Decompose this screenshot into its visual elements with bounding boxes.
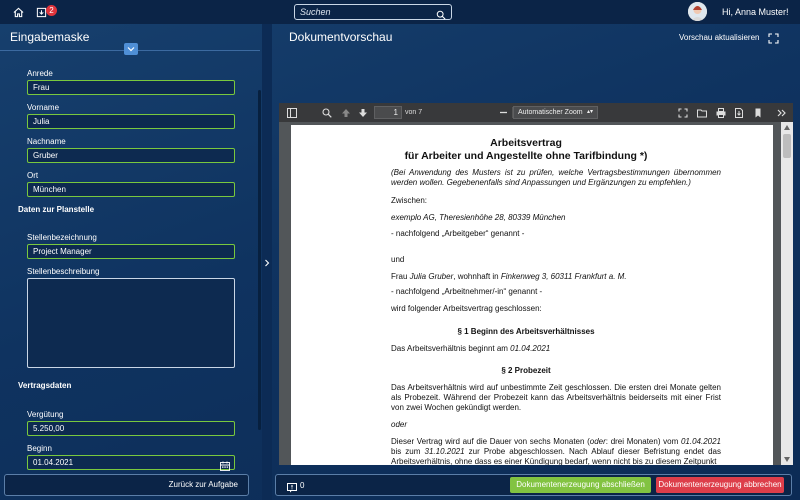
doc-employee-mid: , wohnhaft in xyxy=(453,272,501,281)
stellenbeschreibung-field[interactable] xyxy=(27,278,235,368)
doc-employer-note: - nachfolgend „Arbeitgeber“ genannt - xyxy=(391,229,525,238)
doc-s1-date: 01.04.2021 xyxy=(510,344,551,353)
page-number-input[interactable] xyxy=(374,106,402,119)
doc-section-2-text: Das Arbeitsverhältnis wird auf unbestimm… xyxy=(391,383,721,412)
doc-alt-b: : drei Monaten) vom xyxy=(605,437,681,446)
stellenbezeichnung-field[interactable] xyxy=(27,244,235,259)
open-file-icon[interactable] xyxy=(696,107,707,118)
doc-alt-a: Dieser Vertrag wird auf die Dauer von se… xyxy=(391,437,590,446)
splitter-toggle[interactable] xyxy=(262,256,272,270)
verguetung-field[interactable] xyxy=(27,421,235,436)
ort-label: Ort xyxy=(27,171,39,180)
verguetung-label: Vergütung xyxy=(27,410,64,419)
beginn-date-field[interactable] xyxy=(27,455,235,470)
doc-section-2-alt: Dieser Vertrag wird auf die Dauer von se… xyxy=(391,437,721,465)
doc-zwischen: Zwischen: xyxy=(391,196,428,205)
next-page-icon[interactable] xyxy=(357,107,368,118)
back-to-task-button[interactable]: Zurück zur Aufgabe xyxy=(4,474,249,496)
sidebar-toggle-icon[interactable] xyxy=(286,107,297,118)
search-input[interactable] xyxy=(295,7,430,17)
pdf-scrollbar[interactable] xyxy=(781,122,793,465)
calendar-icon[interactable] xyxy=(220,458,230,471)
doc-note: (Bei Anwendung des Musters ist zu prüfen… xyxy=(391,168,721,187)
select-arrows-icon: ▴▾ xyxy=(586,109,593,115)
print-icon[interactable] xyxy=(715,107,726,118)
doc-title: Arbeitsvertrag xyxy=(490,137,562,149)
previous-page-icon[interactable] xyxy=(340,107,351,118)
input-form-title: Eingabemaske xyxy=(10,30,90,44)
doc-und: und xyxy=(391,255,405,264)
refresh-preview-link[interactable]: Vorschau aktualisieren xyxy=(679,33,760,42)
doc-subtitle: für Arbeiter und Angestellte ohne Tarifb… xyxy=(404,150,648,162)
section-planstelle: Daten zur Planstelle xyxy=(18,205,95,214)
notification-badge: 2 xyxy=(46,5,57,16)
search-box xyxy=(294,4,452,20)
chevron-down-icon xyxy=(127,47,135,52)
pdf-page: Arbeitsvertrag für Arbeiter und Angestel… xyxy=(291,125,773,465)
page-count: von 7 xyxy=(405,109,423,116)
download-icon[interactable] xyxy=(733,107,744,118)
anrede-label: Anrede xyxy=(27,69,53,78)
preview-title: Dokumentvorschau xyxy=(289,30,393,44)
find-icon[interactable] xyxy=(321,107,332,118)
zoom-select[interactable]: Automatischer Zoom ▴▾ xyxy=(513,106,598,119)
cancel-generation-button[interactable]: Dokumentenerzeugung abbrechen xyxy=(656,477,784,493)
presentation-mode-icon[interactable] xyxy=(677,107,688,118)
message-count[interactable]: 0 xyxy=(300,481,304,490)
scroll-down-icon[interactable] xyxy=(784,457,790,462)
doc-employee-address: Finkenweg 3, 60311 Frankfurt a. M. xyxy=(500,272,627,281)
doc-employee-note: - nachfolgend „Arbeitnehmer/-in“ genannt… xyxy=(391,287,543,296)
avatar[interactable] xyxy=(688,2,707,21)
doc-s1-text: Das Arbeitsverhältnis beginnt am xyxy=(391,344,511,353)
doc-alt-c: bis zum xyxy=(391,447,425,456)
ort-field[interactable] xyxy=(27,182,235,197)
vorname-field[interactable] xyxy=(27,114,235,129)
doc-employee-prefix: Frau xyxy=(391,272,410,281)
zoom-out-icon[interactable] xyxy=(498,107,509,118)
chevron-right-icon xyxy=(265,259,270,267)
form-scrollbar[interactable] xyxy=(258,90,261,430)
doc-section-1-text: Das Arbeitsverhältnis beginnt am 01.04.2… xyxy=(391,344,550,353)
shell-bar: 2 Hi, Anna Muster! xyxy=(0,0,800,24)
complete-generation-button[interactable]: Dokumentenerzeugung abschließen xyxy=(510,477,651,493)
pdf-viewer: von 7 Automatischer Zoom ▴▾ xyxy=(279,103,793,465)
doc-employee-line: Frau Julia Gruber, wohnhaft in Finkenweg… xyxy=(391,272,627,281)
doc-alt-date1: 01.04.2021 xyxy=(680,437,721,446)
home-icon[interactable] xyxy=(10,4,26,20)
doc-employee-name: Julia Gruber xyxy=(409,272,454,281)
doc-section-2-title: § 2 Probezeit xyxy=(501,366,551,375)
user-greeting[interactable]: Hi, Anna Muster! xyxy=(722,7,789,17)
pdf-toolbar: von 7 Automatischer Zoom ▴▾ xyxy=(279,103,793,122)
doc-closing: wird folgender Arbeitsvertrag geschlosse… xyxy=(391,304,542,313)
beginn-label: Beginn xyxy=(27,444,52,453)
vorname-label: Vorname xyxy=(27,103,60,112)
message-icon[interactable] xyxy=(287,480,297,493)
doc-alt-oder: oder xyxy=(589,437,606,446)
doc-section-1-title: § 1 Beginn des Arbeitsverhältnisses xyxy=(457,327,595,336)
doc-oder: oder xyxy=(391,420,408,429)
tools-icon[interactable] xyxy=(776,107,787,118)
anrede-field[interactable] xyxy=(27,80,235,95)
nachname-label: Nachname xyxy=(27,137,66,146)
section-vertragsdaten: Vertragsdaten xyxy=(18,381,72,390)
scroll-up-icon[interactable] xyxy=(784,125,790,130)
nachname-field[interactable] xyxy=(27,148,235,163)
bookmark-icon[interactable] xyxy=(752,107,763,118)
doc-employer: exemplo AG, Theresienhöhe 28, 80339 Münc… xyxy=(391,213,566,222)
scroll-thumb[interactable] xyxy=(783,134,791,158)
zoom-select-value: Automatischer Zoom xyxy=(518,109,583,116)
collapse-header-button[interactable] xyxy=(124,43,138,55)
stellenbezeichnung-label: Stellenbezeichnung xyxy=(27,233,97,242)
fullscreen-icon[interactable] xyxy=(768,31,779,44)
doc-alt-date2: 31.10.2021 xyxy=(424,447,465,456)
stellenbeschreibung-label: Stellenbeschreibung xyxy=(27,267,100,276)
search-icon[interactable] xyxy=(436,7,446,25)
